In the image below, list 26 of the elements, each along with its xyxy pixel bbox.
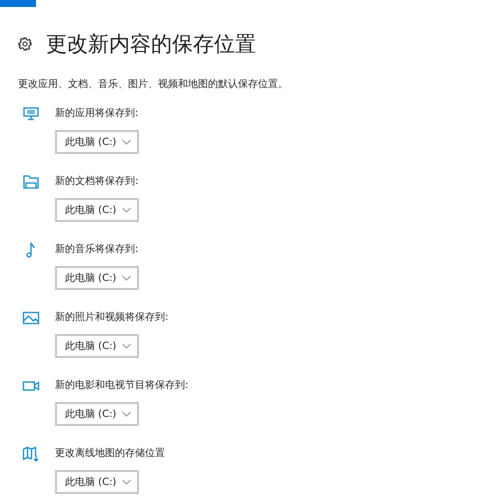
page-title: 更改新内容的保存位置: [46, 31, 256, 58]
drive-dropdown[interactable]: 此电脑 (C:): [55, 198, 139, 222]
settings-icon: [18, 37, 32, 51]
map-download-icon: [22, 446, 40, 462]
drive-dropdown[interactable]: 此电脑 (C:): [55, 402, 139, 426]
chevron-down-icon: [122, 275, 131, 281]
chevron-down-icon: [122, 411, 131, 417]
monitor-icon: [22, 106, 40, 122]
chevron-down-icon: [122, 343, 131, 349]
location-label: 新的文档将保存到:: [55, 175, 138, 189]
drive-dropdown[interactable]: 此电脑 (C:): [55, 334, 139, 358]
chevron-down-icon: [122, 479, 131, 485]
drive-dropdown[interactable]: 此电脑 (C:): [55, 266, 139, 290]
location-label: 更改离线地图的存储位置: [55, 447, 165, 461]
chevron-down-icon: [122, 139, 131, 145]
back-button[interactable]: [0, 0, 36, 7]
location-label: 新的应用将保存到:: [55, 107, 138, 121]
location-label: 新的照片和视频将保存到:: [55, 311, 168, 325]
drive-dropdown[interactable]: 此电脑 (C:): [55, 470, 139, 494]
folder-icon: [22, 174, 40, 190]
picture-icon: [22, 310, 40, 326]
chevron-down-icon: [122, 207, 131, 213]
location-label: 新的音乐将保存到:: [55, 243, 138, 257]
drive-dropdown[interactable]: 此电脑 (C:): [55, 130, 139, 154]
location-label: 新的电影和电视节目将保存到:: [55, 379, 188, 393]
description-text: 更改应用、文档、音乐、图片、视频和地图的默认保存位置。: [17, 78, 289, 92]
